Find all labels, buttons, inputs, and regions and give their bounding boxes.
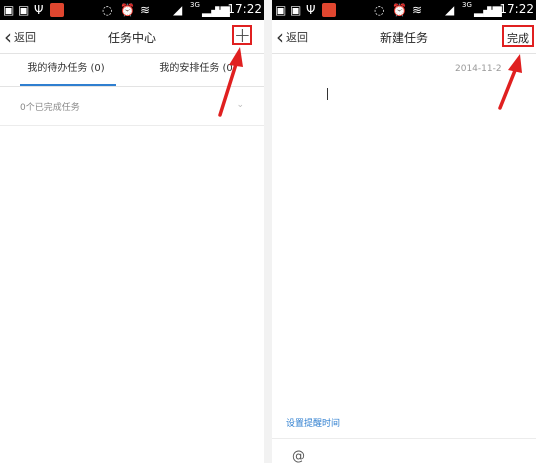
tab-my-todo[interactable]: 我的待办任务 (0) <box>0 54 132 86</box>
status-time: 17:22 <box>499 2 534 16</box>
task-center-screen: ▣ ▣ Ψ ◌ ⏰ ≋ ◢ 3G ▂▄▆ ▮ 17:22 ‹ 返回 任务中心 +… <box>0 0 264 463</box>
page-title: 新建任务 <box>379 31 428 45</box>
image-icon: ▣ <box>290 3 302 17</box>
data-icon: ◌ <box>374 3 385 17</box>
done-button[interactable]: 完成 <box>502 25 534 47</box>
completed-count-text: 0个已完成任务 <box>20 103 80 113</box>
usb-icon: Ψ <box>34 3 44 17</box>
app-badge-icon <box>50 3 64 17</box>
alarm-icon: ⏰ <box>120 3 135 17</box>
data-icon: ◌ <box>102 3 113 17</box>
image-icon: ▣ <box>275 3 287 17</box>
done-label: 完成 <box>507 32 529 45</box>
alarm-icon: ⏰ <box>392 3 407 17</box>
top-bar: ‹ 返回 新建任务 完成 <box>272 20 536 54</box>
red-arrow-annotation <box>498 54 522 110</box>
mention-icon[interactable]: @ <box>292 449 305 463</box>
set-reminder-link[interactable]: 设置提醒时间 <box>286 416 340 429</box>
text-cursor[interactable] <box>327 88 328 100</box>
red-arrow-annotation <box>218 47 243 117</box>
image-icon: ▣ <box>18 3 30 17</box>
app-badge-icon <box>322 3 336 17</box>
usb-icon: Ψ <box>306 3 316 17</box>
battery-icon: ▮ <box>486 3 493 17</box>
status-time: 17:22 <box>227 2 262 16</box>
image-icon: ▣ <box>3 3 15 17</box>
status-bar: ▣ ▣ Ψ ◌ ⏰ ≋ ◢ 3G ▂▄▆ ▮ 17:22 <box>0 0 264 20</box>
network-type: 3G <box>190 1 200 9</box>
plus-icon: + <box>234 23 251 47</box>
divider <box>272 438 536 439</box>
signal-icon: ◢ <box>445 3 455 17</box>
wifi-icon: ≋ <box>140 3 151 17</box>
wifi-icon: ≋ <box>412 3 423 17</box>
add-task-button[interactable]: + <box>232 23 252 47</box>
status-bar: ▣ ▣ Ψ ◌ ⏰ ≋ ◢ 3G ▂▄▆ ▮ 17:22 <box>272 0 536 20</box>
page-title: 任务中心 <box>107 31 156 45</box>
network-type: 3G <box>462 1 472 9</box>
signal-icon: ◢ <box>173 3 183 17</box>
battery-icon: ▮ <box>214 3 221 17</box>
new-task-screen: ▣ ▣ Ψ ◌ ⏰ ≋ ◢ 3G ▂▄▆ ▮ 17:22 ‹ 返回 新建任务 完… <box>272 0 536 463</box>
panel-divider <box>264 0 272 463</box>
